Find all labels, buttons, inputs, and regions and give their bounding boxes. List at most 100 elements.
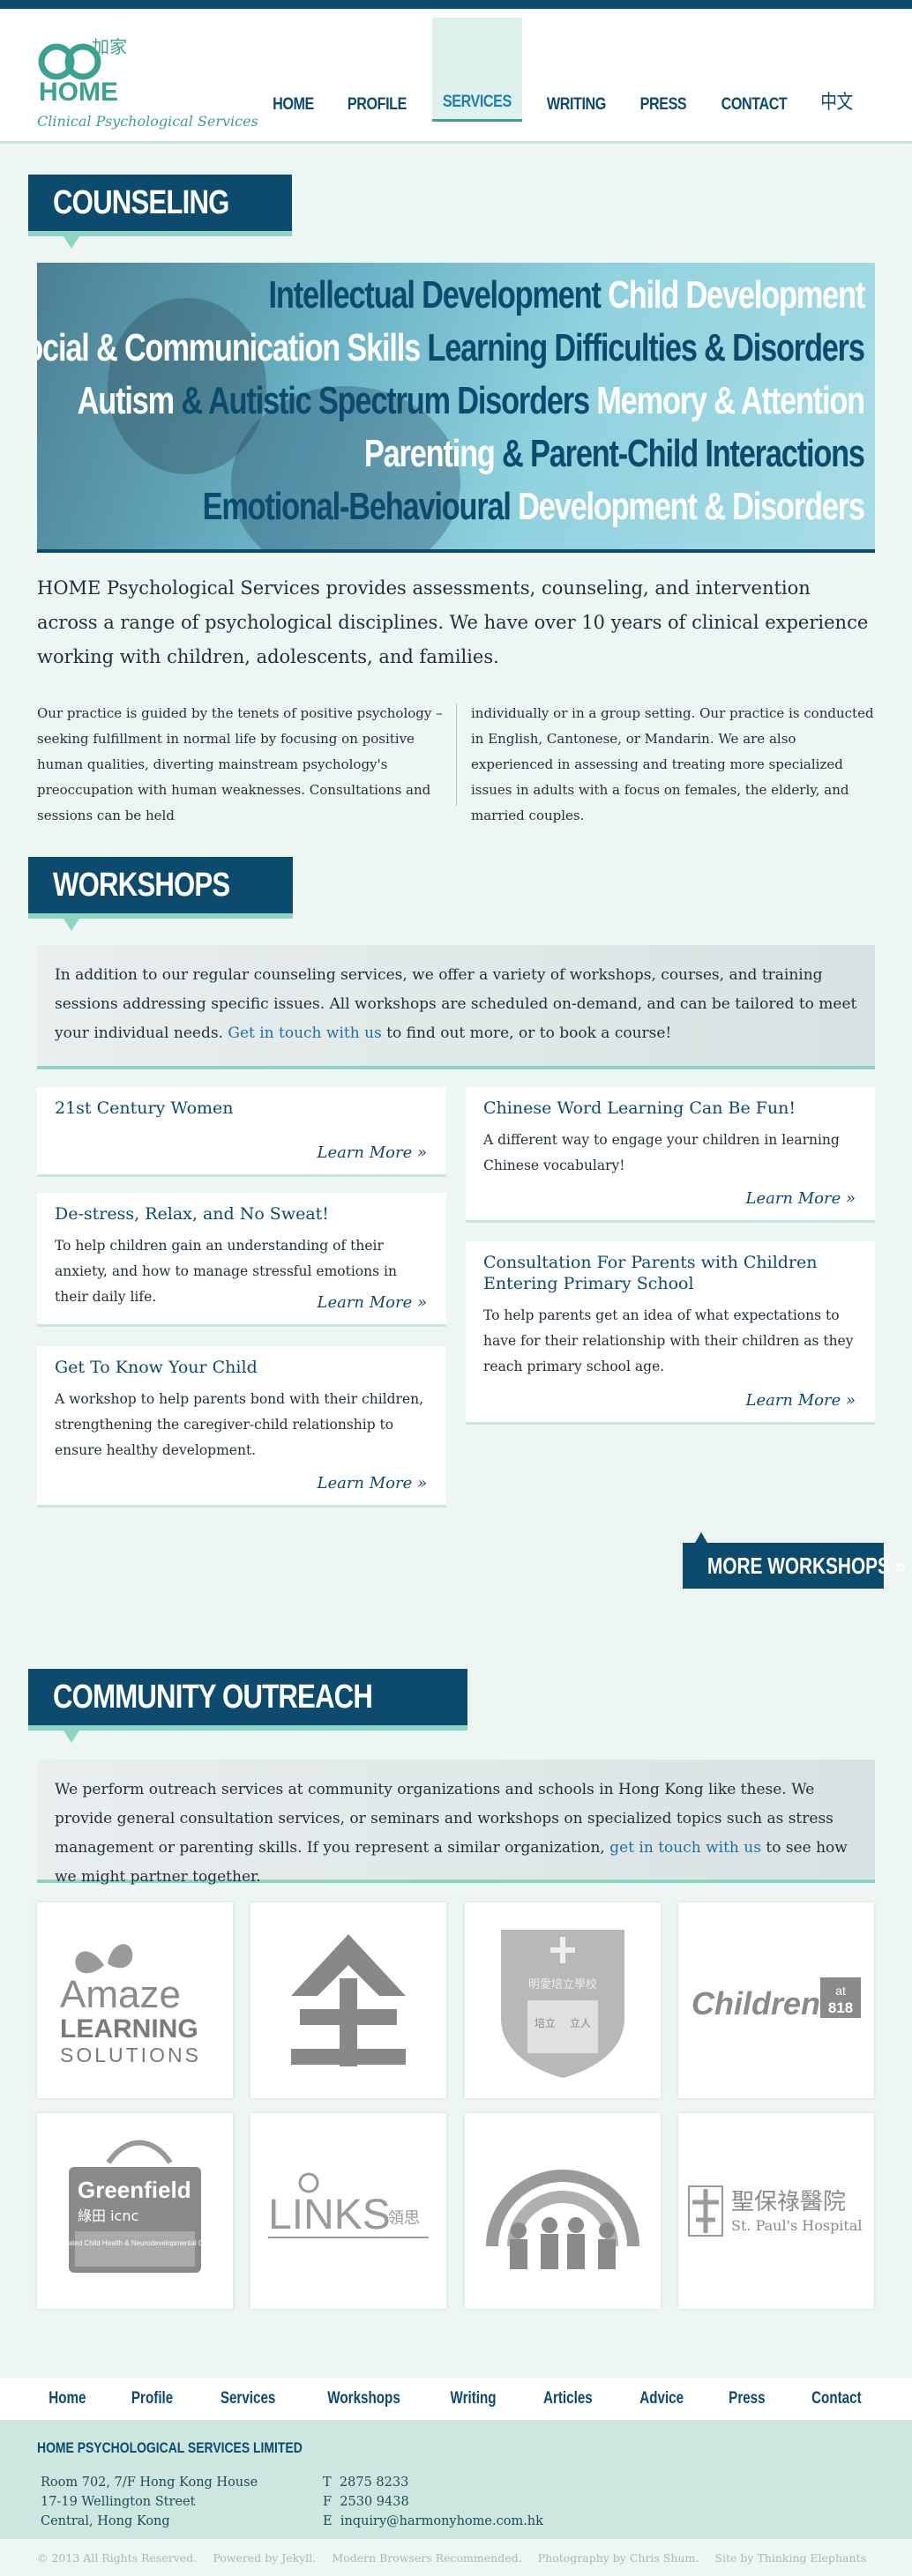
partner-logo-school-crest[interactable]: 明愛培立學校 培立 立人 [465,1902,661,2098]
powered-by[interactable]: Powered by Jekyll. [213,2551,316,2565]
footer-nav-writing[interactable]: Writing [450,2389,496,2408]
partner-logo-greenfield[interactable]: Greenfield 綠田 icnc Integrated Child Heal… [37,2113,233,2309]
more-workshops-button[interactable]: MORE WORKSHOPS » [683,1532,905,1589]
banner-service-text: Autism [77,379,175,422]
banner-service-line: Autism & Autistic Spectrum Disorders Mem… [77,379,865,423]
learn-more-link[interactable]: Learn More » [317,1474,427,1493]
workshop-card[interactable]: Consultation For Parents with Children E… [466,1241,875,1425]
partner-logo-children-at-818[interactable]: Children at 818 [678,1902,874,2098]
svg-text:St. Paul's Hospital: St. Paul's Hospital [731,2217,863,2234]
banner-service-text: Child Development [600,273,865,316]
partner-logo-rainbow[interactable] [465,2113,661,2309]
nav-item-profile[interactable]: Profile [337,18,417,122]
counseling-lead: HOME Psychological Services provides ass… [37,577,869,667]
banner-service-line: Intellectual Development Child Developme… [268,273,865,317]
logo-cjk: 加家 [92,36,127,57]
workshop-title[interactable]: Chinese Word Learning Can Be Fun! [483,1098,857,1119]
banner-service-text: Social & Communication Skills [37,326,421,369]
svg-text:培立: 培立 [534,2016,556,2029]
banner-service-text: Intellectual Development [268,273,601,316]
nav-item-writing[interactable]: Writing [536,18,617,122]
nav-item-press[interactable]: Press [630,18,697,122]
partner-logo-caritas[interactable] [250,1902,446,2098]
workshop-title[interactable]: Consultation For Parents with Children E… [483,1252,857,1294]
svg-text:LINKS: LINKS [268,2192,391,2238]
workshop-title[interactable]: 21st Century Women [55,1098,429,1119]
top-accent-bar [0,0,912,9]
counseling-column-1: Our practice is guided by the tenets of … [37,705,443,823]
workshop-card[interactable]: 21st Century Women Learn More » [37,1087,446,1177]
bottom-credits-bar: © 2013 All Rights Reserved. Powered by J… [0,2539,912,2576]
footer-nav-workshops[interactable]: Workshops [327,2389,400,2408]
nav-item-services[interactable]: Services [431,18,522,122]
footer-nav-articles[interactable]: Articles [543,2389,593,2408]
email[interactable]: E inquiry@harmonyhome.com.hk [323,2512,543,2531]
copyright: © 2013 All Rights Reserved. [37,2550,198,2565]
svg-text:綠田 icnc: 綠田 icnc [78,2207,138,2224]
section-heading-counseling: COUNSELING [28,175,293,249]
banner-service-text: Parenting [364,432,496,475]
browser-note: Modern Browsers Recommended. [332,2550,522,2565]
learn-more-link[interactable]: Learn More » [317,1293,427,1312]
workshop-title[interactable]: De-stress, Relax, and No Sweat! [55,1203,429,1225]
footer-nav-services[interactable]: Services [221,2389,276,2408]
svg-text:Children: Children [691,1985,820,2021]
footer-nav-contact[interactable]: Contact [811,2389,862,2408]
banner-service-text: & Autistic Spectrum Disorders [174,379,590,422]
site-tagline: Clinical Psychological Services [37,113,258,130]
fax: F 2530 9438 [323,2495,409,2509]
banner-service-text: & Parent-Child Interactions [494,432,865,475]
partner-logo-st-pauls-hospital[interactable]: 聖保祿醫院 St. Paul's Hospital [678,2113,874,2309]
learn-more-link[interactable]: Learn More » [745,1391,856,1410]
svg-text:Amaze: Amaze [60,1973,181,2016]
workshop-description: A workshop to help parents bond with the… [55,1391,424,1458]
nav-item-contact[interactable]: Contact [711,18,798,122]
partner-logo-links[interactable]: LINKS 領思 [250,2113,446,2309]
section-heading-workshops: WORKSHOPS [28,857,294,931]
site-credit[interactable]: Site by Thinking Elephants [714,2551,866,2565]
learn-more-link[interactable]: Learn More » [317,1143,427,1162]
workshop-description: A different way to engage your children … [483,1132,840,1173]
photo-credit[interactable]: Photography by Chris Shum. [538,2551,699,2565]
banner-service-line: Social & Communication Skills Learning D… [37,326,866,370]
company-name: HOME PSYCHOLOGICAL SERVICES LIMITED [37,2439,303,2456]
workshops-intro: In addition to our regular counseling se… [55,966,857,1042]
site-header: 加家 HOME Clinical Psychological Services … [0,9,912,144]
column-divider [456,704,457,806]
svg-text:818: 818 [828,1999,853,2016]
workshop-card[interactable]: Chinese Word Learning Can Be Fun! A diff… [466,1087,875,1223]
svg-text:明愛培立學校: 明愛培立學校 [528,1977,597,1992]
svg-text:領思: 領思 [388,2209,420,2228]
counseling-column-2: individually or in a group setting. Our … [471,705,874,823]
footer-nav-press[interactable]: Press [729,2389,765,2408]
svg-text:立人: 立人 [570,2016,591,2029]
address-block: Room 702, 7/F Hong Kong House 17-19 Well… [41,2475,258,2528]
contact-link[interactable]: Get in touch with us [228,1024,381,1042]
contact-block: T 2875 8233 F 2530 9438 E inquiry@harmon… [323,2473,543,2531]
nav-item-language[interactable]: 中文 [810,18,863,122]
counseling-banner: Intellectual Development Child Developme… [37,263,875,553]
footer-nav-home[interactable]: Home [49,2389,86,2408]
workshop-card[interactable]: Get To Know Your Child A workshop to hel… [37,1346,446,1508]
outreach-intro: We perform outreach services at communit… [55,1781,848,1886]
workshop-title[interactable]: Get To Know Your Child [55,1357,429,1378]
svg-text:Integrated Child Health & Neur: Integrated Child Health & Neurodevelopme… [56,2239,214,2247]
svg-text:SOLUTIONS: SOLUTIONS [60,2044,201,2066]
footer-nav-advice[interactable]: Advice [639,2389,684,2408]
footer-nav-profile[interactable]: Profile [131,2389,173,2408]
banner-service-line: Parenting & Parent-Child Interactions [364,432,865,476]
workshops-intro-panel: In addition to our regular counseling se… [37,945,875,1069]
banner-service-line: Emotional-Behavioural Development & Diso… [202,485,865,529]
svg-text:Greenfield: Greenfield [78,2177,191,2203]
partner-logo-amaze[interactable]: Amaze LEARNING SOLUTIONS [37,1902,233,2098]
main-nav: Home Profile Services Writing Press Contact 中文 [257,18,868,122]
nav-item-home[interactable]: Home [262,18,325,122]
svg-text:聖保祿醫院: 聖保祿醫院 [731,2189,846,2215]
contact-link[interactable]: get in touch with us [609,1839,761,1857]
workshop-card[interactable]: De-stress, Relax, and No Sweat! To help … [37,1193,446,1327]
learn-more-link[interactable]: Learn More » [745,1189,856,1208]
svg-text:LEARNING: LEARNING [60,2014,198,2044]
banner-service-text: Learning Difficulties & Disorders [420,326,866,369]
home-logo[interactable]: 加家 HOME [37,34,134,104]
banner-service-text: Emotional-Behavioural [202,485,512,528]
